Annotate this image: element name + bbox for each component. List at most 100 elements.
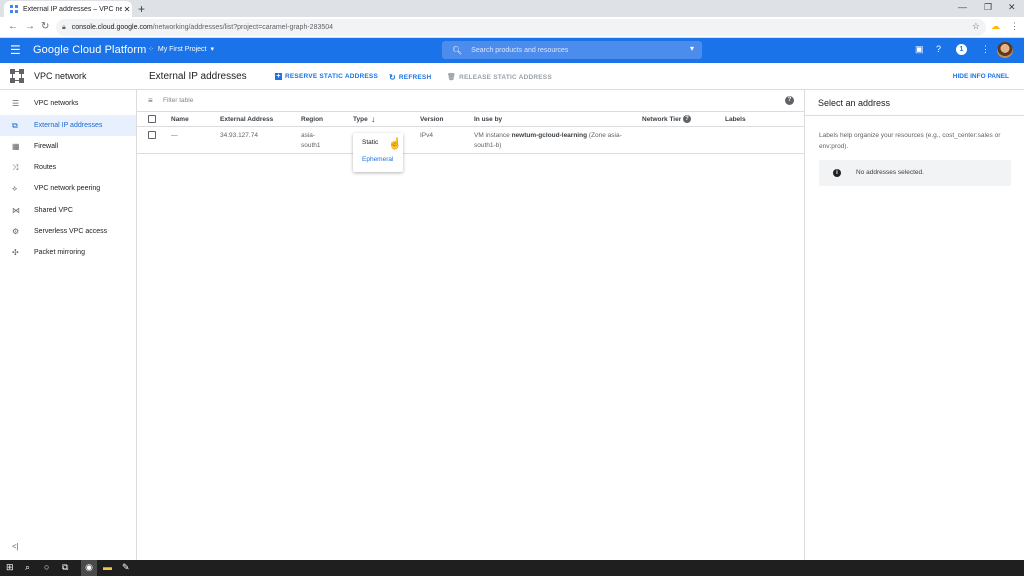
sort-arrow-down-icon[interactable]: ↓ (371, 114, 376, 124)
filter-input[interactable]: Filter table (163, 97, 193, 104)
address-bar[interactable]: 🔒︎ console.cloud.google.com /networking/… (56, 19, 986, 36)
sidebar: ☰ VPC networks ⧉ External IP addresses ▦… (0, 90, 137, 560)
release-static-address-button[interactable]: 🗑︎ RELEASE STATIC ADDRESS (447, 73, 552, 82)
search-input[interactable]: 🔍︎ Search products and resources ▾ (442, 41, 702, 59)
menu-item-static[interactable]: Static (362, 139, 378, 146)
network-list-icon: ☰ (12, 99, 20, 108)
forward-icon[interactable]: → (25, 21, 35, 32)
tab-title: External IP addresses – VPC netw... (23, 5, 122, 13)
search-icon: 🔍︎ (452, 45, 463, 55)
collapse-sidebar-icon[interactable]: <| (12, 542, 19, 551)
reload-icon[interactable]: ↻ (41, 21, 49, 32)
sidebar-item-external-ip[interactable]: ⧉ External IP addresses (0, 115, 136, 136)
sidebar-item-label: VPC network peering (34, 185, 101, 192)
page-header: VPC network External IP addresses + RESE… (0, 63, 1024, 90)
menu-item-ephemeral[interactable]: Ephemeral (362, 156, 393, 163)
sidebar-item-serverless-vpc[interactable]: ⚙ Serverless VPC access (0, 221, 136, 242)
notifications-badge[interactable]: 1 (956, 44, 967, 55)
info-panel: Select an address Labels help organize y… (804, 90, 1024, 560)
search-placeholder: Search products and resources (471, 46, 569, 54)
chrome-taskbar-icon[interactable]: ◉ (81, 560, 97, 576)
url-host: console.cloud.google.com (71, 24, 153, 31)
search-dropdown-icon[interactable]: ▾ (690, 44, 694, 53)
url-path: /networking/addresses/list?project=caram… (152, 24, 334, 31)
bookmark-star-icon[interactable]: ☆ (972, 21, 980, 32)
column-header-network-tier[interactable]: Network Tier (642, 116, 681, 123)
cloud-extension-icon[interactable]: ☁ (991, 21, 1000, 32)
network-tier-help-icon[interactable]: ? (683, 115, 691, 123)
cell-version: IPv4 (420, 132, 434, 139)
restore-icon[interactable]: ❐ (984, 2, 992, 13)
routes-icon: ⤨ (12, 162, 19, 172)
help-icon[interactable]: ? (936, 44, 941, 54)
windows-start-icon[interactable]: ⊞ (6, 562, 14, 573)
brand-title[interactable]: Google Cloud Platform (33, 44, 146, 56)
column-help-icon[interactable]: ? (785, 96, 794, 105)
page-title: External IP addresses (149, 71, 247, 82)
hide-info-panel-button[interactable]: HIDE INFO PANEL (953, 73, 1009, 80)
task-view-icon[interactable]: ⧉ (62, 562, 68, 573)
column-header-region[interactable]: Region (301, 116, 323, 123)
gcp-favicon-icon (10, 5, 18, 13)
lock-icon: 🔒︎ (62, 23, 66, 31)
sidebar-item-shared-vpc[interactable]: ⋈ Shared VPC (0, 200, 136, 221)
file-explorer-icon[interactable]: ▬ (103, 562, 112, 572)
minimize-icon[interactable]: — (958, 2, 967, 12)
section-title: VPC network (34, 71, 87, 81)
project-selector[interactable]: ⁘ My First Project ▾ (148, 45, 215, 54)
column-header-type[interactable]: Type (353, 116, 368, 123)
avatar[interactable] (997, 42, 1013, 58)
column-header-version[interactable]: Version (420, 116, 443, 123)
taskbar-search-icon[interactable]: ⌕ (25, 562, 30, 573)
project-name: My First Project (157, 45, 207, 53)
in-use-zone-2: south1-b) (474, 142, 502, 149)
column-header-labels[interactable]: Labels (725, 116, 746, 123)
back-icon[interactable]: ← (8, 21, 18, 32)
sidebar-item-vpc-peering[interactable]: ⟡ VPC network peering (0, 178, 136, 199)
browser-toolbar: ← → ↻ 🔒︎ console.cloud.google.com /netwo… (0, 17, 1024, 38)
hamburger-menu-icon[interactable]: ☰ (10, 43, 21, 57)
row-checkbox[interactable] (148, 131, 156, 139)
browser-menu-icon[interactable]: ⋮ (1010, 21, 1019, 32)
sidebar-item-routes[interactable]: ⤨ Routes (0, 157, 136, 178)
column-header-in-use-by[interactable]: In use by (474, 116, 502, 123)
sidebar-item-vpc-networks[interactable]: ☰ VPC networks (0, 93, 136, 114)
sidebar-item-packet-mirroring[interactable]: ✣ Packet mirroring (0, 242, 136, 263)
tab-close-icon[interactable]: ✕ (122, 5, 132, 14)
browser-tab[interactable]: External IP addresses – VPC netw... ✕ (4, 1, 132, 17)
divider (805, 115, 1024, 116)
more-options-icon[interactable]: ⋮ (981, 44, 990, 55)
vm-instance-name[interactable]: newtum-gcloud-learning (512, 132, 587, 139)
select-all-checkbox[interactable] (148, 115, 156, 123)
sidebar-item-label: Packet mirroring (34, 249, 85, 256)
refresh-button[interactable]: ↻ REFRESH (389, 73, 431, 82)
vpc-network-icon (10, 69, 24, 83)
cell-region: asia- south1 (301, 131, 321, 151)
refresh-label: REFRESH (398, 74, 432, 81)
info-panel-description: Labels help organize your resources (e.g… (819, 132, 1001, 150)
chevron-down-icon: ▾ (210, 46, 215, 53)
sidebar-item-label: Routes (34, 164, 57, 171)
cloud-shell-icon[interactable]: ▣ (915, 44, 924, 55)
serverless-icon: ⚙ (12, 227, 20, 236)
column-header-external-address[interactable]: External Address (220, 116, 273, 123)
project-dots-icon: ⁘ (148, 46, 154, 53)
cortana-icon[interactable]: ○ (44, 562, 49, 572)
column-header-name[interactable]: Name (171, 116, 189, 123)
in-use-prefix: VM instance (474, 132, 512, 139)
info-panel-title: Select an address (818, 98, 891, 108)
reserve-static-address-button[interactable]: + RESERVE STATIC ADDRESS (275, 73, 378, 80)
refresh-icon: ↻ (389, 73, 396, 82)
window-close-icon[interactable]: ✕ (1008, 2, 1016, 13)
table-row[interactable]: — 34.93.127.74 asia- south1 IPv4 VM inst… (137, 127, 804, 154)
notepad-icon[interactable]: ✎ (122, 562, 130, 573)
cell-region-line-2: south1 (301, 142, 321, 149)
ip-address-icon: ⧉ (12, 120, 18, 130)
new-tab-button[interactable]: + (138, 2, 145, 16)
cell-region-line-1: asia- (301, 132, 316, 139)
trash-icon: 🗑︎ (447, 74, 457, 81)
sidebar-item-label: Shared VPC (34, 207, 73, 214)
cell-in-use-by: VM instance newtum-gcloud-learning (Zone… (474, 131, 634, 151)
sidebar-item-label: Serverless VPC access (34, 228, 108, 235)
sidebar-item-firewall[interactable]: ▦ Firewall (0, 136, 136, 157)
